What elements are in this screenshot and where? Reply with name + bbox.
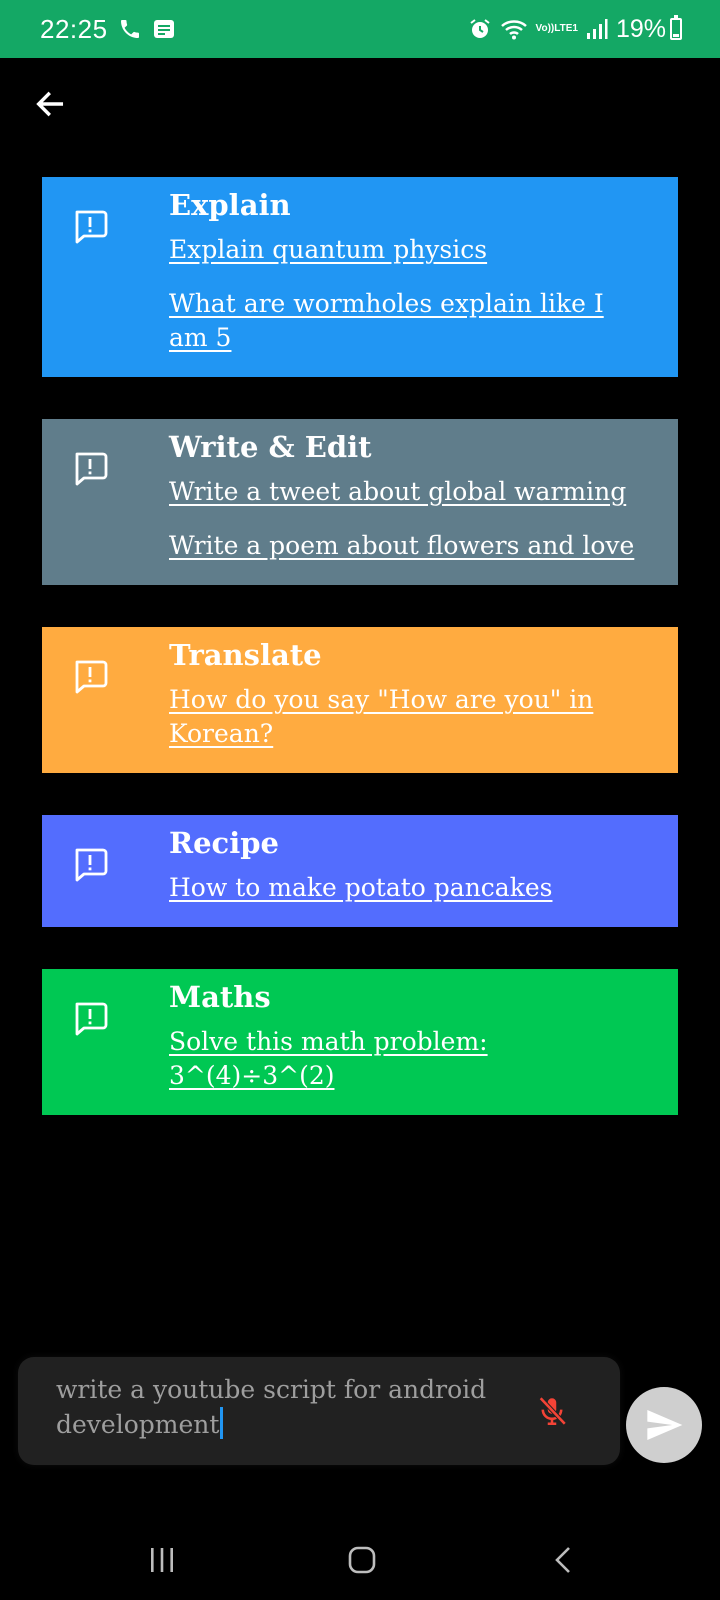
card-recipe: Recipe How to make potato pancakes <box>42 815 678 927</box>
mic-button[interactable] <box>532 1391 572 1431</box>
wifi-icon <box>500 17 528 41</box>
alarm-icon <box>468 17 492 41</box>
system-nav-bar <box>0 1520 720 1600</box>
message-input-text[interactable]: write a youtube script for android devel… <box>56 1373 530 1442</box>
card-title: Explain <box>169 188 291 222</box>
back-icon <box>555 1547 570 1573</box>
phone-call-icon <box>118 17 142 41</box>
lte-label: LTE1 <box>554 23 578 34</box>
arrow-left-icon <box>36 91 64 117</box>
card-write-edit: Write & Edit Write a tweet about global w… <box>42 419 678 585</box>
nav-back-button[interactable] <box>534 1530 594 1590</box>
message-input[interactable]: write a youtube script for android devel… <box>18 1357 620 1465</box>
signal-icon <box>586 18 608 40</box>
suggestion-link[interactable]: Explain quantum physics <box>169 233 650 267</box>
feedback-icon <box>70 657 110 697</box>
card-maths: Maths Solve this math problem: 3^(4)÷3^(2… <box>42 969 678 1115</box>
suggestion-link[interactable]: Write a tweet about global warming <box>169 475 650 509</box>
status-left: 22:25 <box>40 14 176 45</box>
recent-apps-button[interactable] <box>132 1530 192 1590</box>
status-right: Vo)) LTE1 19% <box>468 15 690 44</box>
suggestion-link[interactable]: Solve this math problem: 3^(4)÷3^(2) <box>169 1025 650 1093</box>
feedback-icon <box>70 207 110 247</box>
suggestion-link[interactable]: What are wormholes explain like I am 5 <box>169 287 650 355</box>
battery-fill <box>673 33 679 37</box>
card-explain: Explain Explain quantum physics What are w… <box>42 177 678 377</box>
suggestion-link[interactable]: Write a poem about flowers and love <box>169 529 650 563</box>
feedback-icon <box>70 449 110 489</box>
feedback-icon <box>70 845 110 885</box>
card-title: Translate <box>169 638 322 672</box>
suggestion-link[interactable]: How do you say "How are you" in Korean? <box>169 683 650 751</box>
suggestion-link[interactable]: How to make potato pancakes <box>169 871 650 905</box>
recent-apps-icon <box>151 1548 173 1572</box>
card-title: Write & Edit <box>169 430 372 464</box>
status-bar: 22:25 Vo)) LTE1 19% <box>0 0 720 58</box>
lte-volte-label: Vo)) <box>535 23 555 34</box>
text-caret <box>220 1407 224 1439</box>
home-button[interactable] <box>332 1530 392 1590</box>
battery-icon <box>670 15 682 40</box>
message-input-value: write a youtube script for android devel… <box>56 1375 487 1439</box>
suggestion-cards: Explain Explain quantum physics What are w… <box>42 177 678 1157</box>
mic-off-icon <box>539 1396 567 1426</box>
back-button[interactable] <box>30 84 70 124</box>
card-translate: Translate How do you say "How are you" in… <box>42 627 678 773</box>
status-time: 22:25 <box>40 13 108 44</box>
battery-percent: 19% <box>615 14 666 43</box>
message-icon <box>152 17 176 41</box>
app-screen: 22:25 Vo)) LTE1 19% Explain Explain quan… <box>0 0 720 1600</box>
feedback-icon <box>70 999 110 1039</box>
home-icon <box>348 1546 376 1574</box>
lte-indicator: Vo)) LTE1 <box>536 24 578 34</box>
send-icon <box>647 1410 683 1440</box>
send-button[interactable] <box>626 1387 702 1463</box>
card-title: Maths <box>169 980 271 1014</box>
card-title: Recipe <box>169 826 279 860</box>
